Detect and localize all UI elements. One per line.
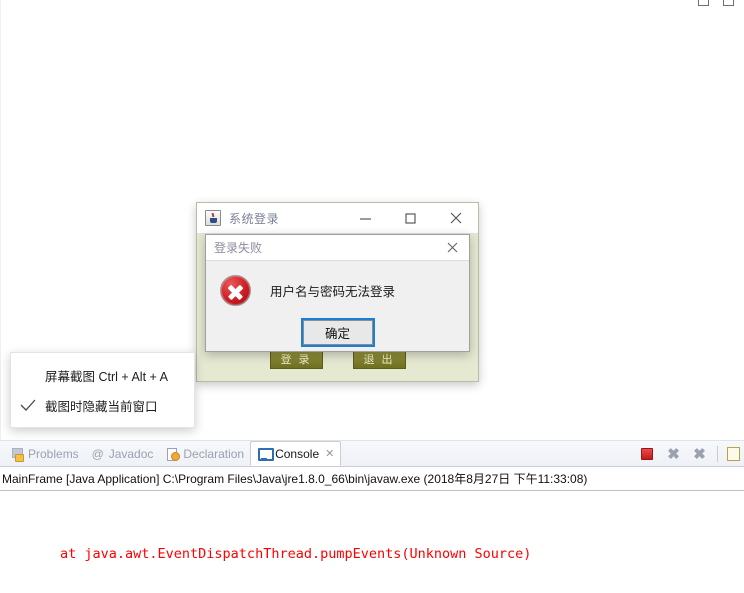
menu-item-screenshot[interactable]: 屏幕截图 Ctrl + Alt + A: [11, 360, 194, 390]
tab-problems[interactable]: Problems: [4, 441, 85, 466]
xx-icon: ✖: [693, 445, 706, 463]
x-icon: ✖: [667, 445, 680, 463]
declaration-icon: [165, 447, 181, 461]
console-toolbar: ✖ ✖: [639, 441, 744, 467]
javadoc-icon: @: [91, 446, 104, 461]
login-button[interactable]: 登 录: [269, 349, 323, 369]
terminate-button[interactable]: [639, 446, 656, 463]
menu-item-hide-window-label: 截图时隐藏当前窗口: [45, 399, 158, 414]
tab-close-icon[interactable]: ✕: [325, 447, 334, 460]
error-dialog-content: 用户名与密码无法登录: [206, 261, 469, 306]
console-tabbar: Problems @ Javadoc Declaration Console ✕: [0, 441, 744, 467]
error-dialog-titlebar[interactable]: 登录失败: [206, 235, 469, 261]
tab-javadoc-label: Javadoc: [108, 446, 154, 461]
screenshot-context-menu: 屏幕截图 Ctrl + Alt + A 截图时隐藏当前窗口: [10, 352, 195, 428]
console-output[interactable]: at java.awt.EventDispatchThread.pumpEven…: [0, 491, 744, 593]
toolbar-divider: [717, 446, 718, 462]
error-dialog-message: 用户名与密码无法登录: [270, 285, 396, 299]
restore-glyph-icon[interactable]: [698, 0, 709, 6]
console-icon: [257, 447, 275, 461]
console-view-menu-icon[interactable]: [727, 447, 740, 461]
tab-declaration[interactable]: Declaration: [159, 441, 250, 466]
stop-square-icon: [641, 447, 653, 460]
checkmark-icon: [11, 399, 45, 412]
problems-icon: [10, 447, 24, 462]
minimize-button[interactable]: [343, 203, 388, 233]
remove-all-terminated-button[interactable]: ✖: [691, 446, 708, 463]
console-panel: Problems @ Javadoc Declaration Console ✕: [0, 440, 744, 593]
close-button[interactable]: [433, 203, 478, 233]
menu-item-hide-window[interactable]: 截图时隐藏当前窗口: [11, 390, 194, 420]
tab-javadoc[interactable]: @ Javadoc: [85, 441, 160, 466]
tab-declaration-label: Declaration: [183, 446, 245, 461]
remove-launch-button[interactable]: ✖: [665, 446, 682, 463]
error-dialog-actions: 确定: [206, 318, 469, 347]
login-window-buttons: [343, 203, 478, 233]
error-dialog: 登录失败 用户名与密码无法登录 确定: [205, 234, 470, 352]
maximize-glyph-icon[interactable]: [723, 0, 734, 6]
error-dialog-close-icon[interactable]: [439, 236, 465, 260]
exit-button[interactable]: 退 出: [352, 349, 406, 369]
error-dialog-title: 登录失败: [214, 241, 263, 255]
java-cup-icon: [205, 210, 221, 226]
menu-item-screenshot-label: 屏幕截图 Ctrl + Alt + A: [45, 369, 168, 384]
maximize-button[interactable]: [388, 203, 433, 233]
login-titlebar[interactable]: 系统登录: [197, 203, 478, 234]
tab-console-label: Console: [275, 446, 320, 461]
login-window-title: 系统登录: [229, 211, 280, 226]
console-launch-line: MainFrame [Java Application] C:\Program …: [0, 467, 744, 491]
screen-root: 系统登录 登 录 退 出 登录失败 用户名与密码无法登录 确定 屏幕截图 Ctr…: [0, 0, 744, 593]
tab-console[interactable]: Console ✕: [250, 441, 342, 466]
confirm-button[interactable]: 确定: [300, 318, 375, 347]
login-actions: 登 录 退 出: [197, 349, 478, 369]
tab-problems-label: Problems: [28, 446, 79, 461]
window-controls-strip: [684, 0, 744, 10]
console-output-line: at java.awt.EventDispatchThread.pumpEven…: [60, 546, 532, 562]
error-circle-x-icon: [220, 275, 251, 306]
